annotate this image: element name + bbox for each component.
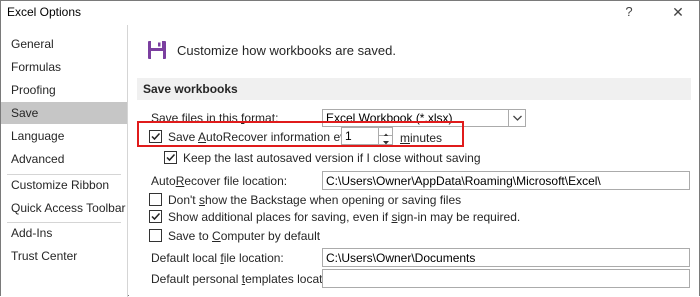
window-title: Excel Options xyxy=(7,5,82,19)
dropdown-button[interactable] xyxy=(508,110,525,126)
default-templates-location-input[interactable] xyxy=(322,269,690,288)
autorecover-minutes-spinner[interactable] xyxy=(341,127,393,145)
save-format-value: Excel Workbook (*.xlsx) xyxy=(326,111,453,125)
dont-show-backstage-checkbox[interactable] xyxy=(149,193,162,206)
checkmark-icon xyxy=(151,212,161,221)
sidebar-item-customize-ribbon[interactable]: Customize Ribbon xyxy=(1,174,127,196)
chevron-down-icon xyxy=(513,115,522,121)
sidebar-item-save[interactable]: Save xyxy=(1,102,127,124)
sidebar-item-add-ins[interactable]: Add-Ins xyxy=(1,222,127,244)
help-button[interactable]: ? xyxy=(619,3,639,21)
autorecover-location-input[interactable] xyxy=(322,171,690,190)
keep-last-autosaved-label: Keep the last autosaved version if I clo… xyxy=(183,151,481,165)
save-options-panel: Customize how workbooks are saved. Save … xyxy=(129,25,699,297)
autorecover-minutes-field[interactable] xyxy=(342,128,378,144)
autorecover-location-label: AutoRecover file location: xyxy=(151,174,288,188)
page-description: Customize how workbooks are saved. xyxy=(177,43,396,58)
default-templates-location-field[interactable] xyxy=(323,270,689,287)
show-additional-places-checkbox[interactable] xyxy=(149,210,162,223)
sidebar-item-general[interactable]: General xyxy=(1,33,127,55)
sidebar-item-language[interactable]: Language xyxy=(1,125,127,147)
save-disk-icon xyxy=(148,41,166,59)
chevron-down-icon xyxy=(383,141,389,145)
autorecover-label: Save AutoRecover information every xyxy=(168,130,363,144)
sidebar-item-advanced[interactable]: Advanced xyxy=(1,148,127,170)
default-local-location-label: Default local file location: xyxy=(151,251,284,265)
checkmark-icon xyxy=(151,132,161,141)
autorecover-location-field[interactable] xyxy=(323,172,689,189)
save-to-computer-checkbox[interactable] xyxy=(149,229,162,242)
save-to-computer-label: Save to Computer by default xyxy=(168,229,321,243)
sidebar-item-trust-center[interactable]: Trust Center xyxy=(1,245,127,267)
sidebar-item-proofing[interactable]: Proofing xyxy=(1,79,127,101)
autorecover-checkbox[interactable] xyxy=(149,130,162,143)
default-local-location-input[interactable] xyxy=(322,248,690,267)
save-format-label: Save files in this format: xyxy=(151,111,279,125)
title-bar: Excel Options ? ✕ xyxy=(1,1,699,25)
spin-up-button[interactable] xyxy=(378,128,392,137)
show-additional-places-label: Show additional places for saving, even … xyxy=(168,210,521,224)
checkmark-icon xyxy=(166,153,176,162)
close-button[interactable]: ✕ xyxy=(668,3,688,21)
sidebar-item-formulas[interactable]: Formulas xyxy=(1,56,127,78)
minutes-label: minutes xyxy=(400,131,443,145)
sidebar-item-quick-access-toolbar[interactable]: Quick Access Toolbar xyxy=(1,197,127,219)
default-templates-location-label: Default personal templates location: xyxy=(151,272,342,286)
keep-last-autosaved-checkbox[interactable] xyxy=(164,151,177,164)
options-sidebar: General Formulas Proofing Save Language … xyxy=(1,25,128,297)
save-format-dropdown[interactable]: Excel Workbook (*.xlsx) xyxy=(322,109,526,127)
section-header: Save workbooks xyxy=(137,78,691,100)
default-local-location-field[interactable] xyxy=(323,249,689,266)
section-title: Save workbooks xyxy=(143,82,238,96)
excel-options-dialog: Excel Options ? ✕ General Formulas Proof… xyxy=(0,0,700,297)
dont-show-backstage-label: Don't show the Backstage when opening or… xyxy=(168,193,462,207)
spin-down-button[interactable] xyxy=(378,136,392,145)
